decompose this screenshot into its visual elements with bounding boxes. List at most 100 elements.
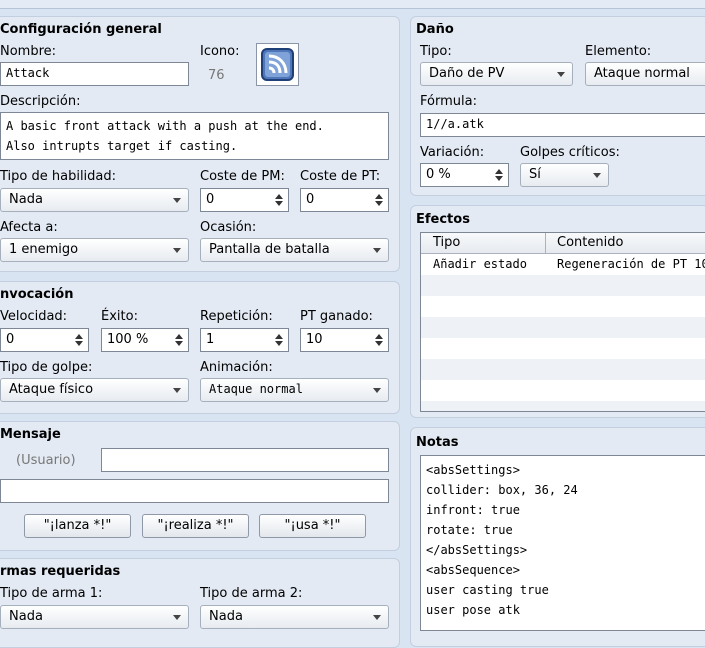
user-label: (Usuario): [16, 453, 76, 468]
repeat-spinner[interactable]: 1: [200, 328, 289, 352]
message-line1-input[interactable]: [101, 448, 389, 472]
animation-label: Animación:: [200, 360, 273, 375]
formula-label: Fórmula:: [420, 94, 477, 109]
table-row[interactable]: [421, 275, 705, 296]
do-message-button[interactable]: "¡realiza *!": [142, 514, 249, 538]
use-message-button[interactable]: "¡usa *!": [259, 514, 366, 538]
variance-spinner[interactable]: 0 %: [420, 163, 509, 187]
variance-value: 0 %: [426, 167, 451, 182]
tp-gain-spinner[interactable]: 10: [300, 328, 389, 352]
chevron-down-icon: [593, 173, 601, 178]
scope-select[interactable]: 1 enemigo: [0, 238, 189, 262]
spin-down-icon[interactable]: [375, 201, 383, 206]
spin-up-icon[interactable]: [75, 334, 83, 339]
skill-icon[interactable]: [256, 43, 299, 86]
chevron-down-icon: [173, 615, 181, 620]
spin-up-icon[interactable]: [175, 334, 183, 339]
tp-cost-spinner[interactable]: 0: [300, 188, 389, 212]
chevron-down-icon: [173, 388, 181, 393]
general-settings-title: Configuración general: [0, 22, 162, 37]
occasion-select[interactable]: Pantalla de batalla: [200, 238, 389, 262]
name-input[interactable]: Attack: [0, 62, 189, 86]
formula-input[interactable]: 1//a.atk: [420, 113, 705, 137]
tp-gain-label: PT ganado:: [300, 309, 373, 324]
speed-label: Velocidad:: [0, 309, 68, 324]
spin-up-icon[interactable]: [275, 194, 283, 199]
message-title: Mensaje: [0, 427, 61, 442]
variance-label: Variación:: [420, 145, 485, 160]
element-value: Ataque normal: [594, 66, 690, 81]
table-row[interactable]: [421, 401, 705, 411]
scope-value: 1 enemigo: [9, 242, 79, 257]
table-row[interactable]: [421, 296, 705, 317]
spin-down-icon[interactable]: [495, 176, 503, 181]
repeat-value: 1: [206, 332, 215, 347]
top-strip: [0, 0, 705, 9]
occasion-value: Pantalla de batalla: [209, 242, 330, 257]
hit-type-label: Tipo de golpe:: [0, 360, 93, 375]
column-header-content[interactable]: Contenido: [557, 235, 623, 250]
speed-spinner[interactable]: 0: [0, 328, 89, 352]
weapon-type1-select[interactable]: Nada: [0, 605, 189, 629]
animation-value: Ataque normal: [209, 382, 303, 396]
damage-type-label: Tipo:: [420, 44, 452, 59]
spin-up-icon[interactable]: [375, 334, 383, 339]
mp-cost-spinner[interactable]: 0: [200, 188, 289, 212]
spin-up-icon[interactable]: [375, 194, 383, 199]
chevron-down-icon: [373, 388, 381, 393]
success-label: Éxito:: [101, 309, 138, 324]
weapon-type2-select[interactable]: Nada: [200, 605, 389, 629]
effects-table[interactable]: Tipo Contenido Añadir estado Regeneració…: [420, 232, 705, 412]
cast-message-button[interactable]: "¡lanza *!": [24, 514, 131, 538]
table-row[interactable]: [421, 317, 705, 338]
speed-value: 0: [6, 332, 15, 347]
weapon-type1-value: Nada: [9, 609, 43, 624]
element-select[interactable]: Ataque normal: [585, 62, 705, 86]
spin-down-icon[interactable]: [375, 341, 383, 346]
weapon-type2-label: Tipo de arma 2:: [200, 586, 303, 601]
spin-down-icon[interactable]: [75, 341, 83, 346]
chevron-down-icon: [173, 198, 181, 203]
scope-label: Afecta a:: [0, 220, 58, 235]
table-row[interactable]: [421, 380, 705, 401]
element-label: Elemento:: [585, 44, 652, 59]
critical-value: Sí: [529, 167, 541, 182]
effect-content-cell: Regeneración de PT 100: [557, 257, 705, 271]
critical-select[interactable]: Sí: [520, 163, 609, 187]
occasion-label: Ocasión:: [200, 220, 257, 235]
description-textarea[interactable]: A basic front attack with a push at the …: [0, 112, 389, 160]
spin-up-icon[interactable]: [495, 169, 503, 174]
spin-down-icon[interactable]: [275, 201, 283, 206]
icon-label: Icono:: [200, 44, 240, 59]
chevron-down-icon: [373, 615, 381, 620]
weapon-type2-value: Nada: [209, 609, 243, 624]
hit-type-select[interactable]: Ataque físico: [0, 378, 189, 402]
column-header-type[interactable]: Tipo: [433, 235, 460, 250]
success-spinner[interactable]: 100 %: [101, 328, 189, 352]
tp-cost-label: Coste de PT:: [300, 169, 381, 184]
animation-select[interactable]: Ataque normal: [200, 378, 389, 402]
column-divider: [545, 233, 546, 253]
description-label: Descripción:: [0, 94, 81, 109]
notes-textarea[interactable]: <absSettings> collider: box, 36, 24 infr…: [420, 455, 705, 631]
effects-table-header: Tipo Contenido: [421, 233, 705, 254]
mp-cost-value: 0: [206, 192, 215, 207]
required-weapons-title: rmas requeridas: [0, 564, 121, 579]
spin-up-icon[interactable]: [275, 334, 283, 339]
chevron-down-icon: [557, 72, 565, 77]
chevron-down-icon: [373, 248, 381, 253]
chevron-down-icon: [173, 248, 181, 253]
hit-type-value: Ataque físico: [9, 382, 94, 397]
name-label: Nombre:: [0, 44, 57, 59]
mp-cost-label: Coste de PM:: [200, 169, 285, 184]
effect-type-cell: Añadir estado: [433, 257, 527, 271]
skill-type-select[interactable]: Nada: [0, 188, 189, 212]
notes-title: Notas: [416, 435, 459, 450]
message-line2-input[interactable]: [0, 479, 389, 503]
damage-type-select[interactable]: Daño de PV: [420, 62, 573, 86]
spin-down-icon[interactable]: [175, 341, 183, 346]
table-row[interactable]: [421, 359, 705, 380]
table-row[interactable]: Añadir estado Regeneración de PT 100: [421, 254, 705, 275]
spin-down-icon[interactable]: [275, 341, 283, 346]
table-row[interactable]: [421, 338, 705, 359]
